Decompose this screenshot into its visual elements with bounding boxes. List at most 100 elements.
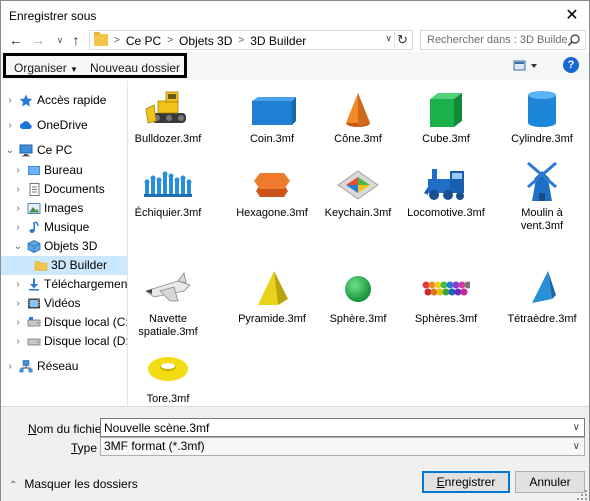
nav-label: Documents xyxy=(44,182,105,196)
nav-item-drive-c[interactable]: › Disque local (C:) xyxy=(1,313,132,332)
file-item-sphere[interactable]: Sphère.3mf xyxy=(318,261,398,361)
file-label: Navette spatiale.3mf xyxy=(138,313,198,338)
breadcrumb-item-3d-builder[interactable]: 3D Builder xyxy=(250,34,306,48)
hide-folders-toggle[interactable]: ⌃ Masquer les dossiers xyxy=(9,477,138,491)
file-label: Coin.3mf xyxy=(249,133,295,145)
torus-icon xyxy=(148,357,188,381)
wedge-icon xyxy=(252,97,296,125)
nav-label: Téléchargements xyxy=(44,277,137,291)
nav-item-network[interactable]: › Réseau xyxy=(1,357,127,376)
close-button[interactable]: ✕ xyxy=(561,5,583,27)
nav-item-3d-builder[interactable]: 3D Builder xyxy=(1,256,127,275)
up-arrow-icon[interactable]: ↑ xyxy=(67,30,85,50)
hide-folders-label: Masquer les dossiers xyxy=(24,477,138,491)
file-label: Cône.3mf xyxy=(334,133,382,145)
windmill-icon xyxy=(527,161,557,201)
nav-item-this-pc[interactable]: ⌄ Ce PC xyxy=(1,141,127,160)
nav-label: OneDrive xyxy=(37,118,88,132)
chess-icon xyxy=(144,171,192,197)
file-item-echiquier[interactable]: Échiquier.3mf xyxy=(128,155,208,255)
search-input[interactable] xyxy=(427,31,567,49)
dialog-title: Enregistrer sous xyxy=(9,9,97,23)
save-options-panel: Nom du fichier : ∨ Type : 3MF format (*.… xyxy=(1,406,589,501)
file-label: Tétraèdre.3mf xyxy=(507,313,577,325)
nav-item-images[interactable]: › Images xyxy=(1,199,127,218)
cone-icon xyxy=(346,93,370,127)
expand-chevron-icon[interactable]: › xyxy=(13,199,23,218)
expand-chevron-icon[interactable]: › xyxy=(13,313,23,332)
breadcrumb-item-ce-pc[interactable]: Ce PC xyxy=(126,34,161,48)
expand-chevron-icon[interactable]: › xyxy=(13,332,23,351)
file-item-spheres[interactable]: Sphères.3mf xyxy=(406,261,486,361)
expand-chevron-icon[interactable]: › xyxy=(13,294,23,313)
file-item-keychain[interactable]: Keychain.3mf xyxy=(318,155,398,255)
nav-item-drive-d[interactable]: › Disque local (D:) xyxy=(1,332,132,351)
organize-dropdown-icon: ▼ xyxy=(70,65,78,74)
file-item-hexagone[interactable]: Hexagone.3mf xyxy=(232,155,312,255)
search-icon[interactable] xyxy=(567,33,581,47)
expand-chevron-icon[interactable]: › xyxy=(13,218,23,237)
drive-icon xyxy=(27,338,41,346)
breadcrumb-item-objets-3d[interactable]: Objets 3D xyxy=(179,34,232,48)
file-label: Moulin à vent.3mf xyxy=(520,207,564,232)
nav-item-desktop[interactable]: › Bureau xyxy=(1,161,127,180)
nav-label: Vidéos xyxy=(44,296,81,310)
address-dropdown-chevron-icon[interactable]: ∨ xyxy=(385,33,392,44)
nav-item-downloads[interactable]: › Téléchargements xyxy=(1,275,136,294)
back-arrow-icon[interactable]: ← xyxy=(7,30,25,50)
file-item-locomotive[interactable]: Locomotive.3mf xyxy=(406,155,486,255)
filetype-select[interactable]: 3MF format (*.3mf) ∨ xyxy=(100,437,585,456)
file-label: Keychain.3mf xyxy=(324,207,392,219)
organize-button[interactable]: Organiser ▼ xyxy=(14,61,78,75)
collapse-chevron-icon[interactable]: ⌄ xyxy=(13,237,23,256)
nav-item-documents[interactable]: › Documents xyxy=(1,180,127,199)
chevron-up-icon: ⌃ xyxy=(9,480,18,491)
file-item-pyramide[interactable]: Pyramide.3mf xyxy=(232,261,312,361)
forward-arrow-icon[interactable]: → xyxy=(29,30,47,50)
save-button[interactable]: Enregistrer xyxy=(422,471,510,493)
command-highlight-frame: Organiser ▼ Nouveau dossier xyxy=(3,53,187,78)
refresh-icon[interactable]: ↻ xyxy=(394,32,410,48)
nav-item-onedrive[interactable]: › OneDrive xyxy=(1,116,127,135)
file-item-tetraedre[interactable]: Tétraèdre.3mf xyxy=(502,261,582,361)
images-icon xyxy=(27,203,41,214)
address-bar[interactable]: > Ce PC > Objets 3D > 3D Builder ∨ ↻ xyxy=(89,30,413,50)
expand-chevron-icon[interactable]: › xyxy=(13,161,23,180)
nav-item-3d-objects[interactable]: ⌄ Objets 3D xyxy=(1,237,127,256)
network-icon xyxy=(19,360,33,373)
nav-item-quick-access[interactable]: › Accès rapide xyxy=(1,91,127,110)
expand-chevron-icon[interactable]: › xyxy=(5,91,15,110)
drive-icon xyxy=(27,317,41,327)
expand-chevron-icon[interactable]: › xyxy=(5,357,15,376)
filetype-dropdown-chevron-icon[interactable]: ∨ xyxy=(573,438,580,455)
star-icon xyxy=(19,94,33,107)
new-folder-button[interactable]: Nouveau dossier xyxy=(90,61,180,75)
cancel-button[interactable]: Annuler xyxy=(515,471,585,493)
view-options-icon[interactable] xyxy=(513,58,539,74)
resize-grip-icon[interactable] xyxy=(577,490,587,500)
title-bar: Enregistrer sous ✕ xyxy=(1,1,589,31)
nav-item-music[interactable]: › Musique xyxy=(1,218,127,237)
nav-label: Musique xyxy=(44,220,90,234)
filename-input[interactable] xyxy=(104,419,584,436)
objects3d-icon xyxy=(27,240,41,253)
save-label-accesskey: E xyxy=(436,475,445,489)
nav-item-videos[interactable]: › Vidéos xyxy=(1,294,127,313)
expand-chevron-icon[interactable]: › xyxy=(5,116,15,135)
expand-chevron-icon[interactable]: › xyxy=(13,275,23,294)
nav-label: Images xyxy=(44,201,84,215)
file-item-moulin[interactable]: Moulin à vent.3mf xyxy=(502,155,582,255)
filename-dropdown-chevron-icon[interactable]: ∨ xyxy=(573,419,580,436)
sphere-icon xyxy=(345,276,371,302)
music-icon xyxy=(29,221,39,233)
help-icon[interactable]: ? xyxy=(563,57,579,73)
filename-label-accesskey: N xyxy=(28,422,37,436)
file-list: Bulldozer.3mf Coin.3mf Cône.3mf Cube.3mf… xyxy=(128,81,589,406)
folder-icon xyxy=(34,261,48,271)
computer-icon xyxy=(19,144,33,157)
desktop-icon xyxy=(28,166,40,175)
search-box[interactable] xyxy=(420,30,586,50)
expand-chevron-icon[interactable]: › xyxy=(13,180,23,199)
filename-field[interactable]: ∨ xyxy=(100,418,585,437)
collapse-chevron-icon[interactable]: ⌄ xyxy=(5,141,15,160)
